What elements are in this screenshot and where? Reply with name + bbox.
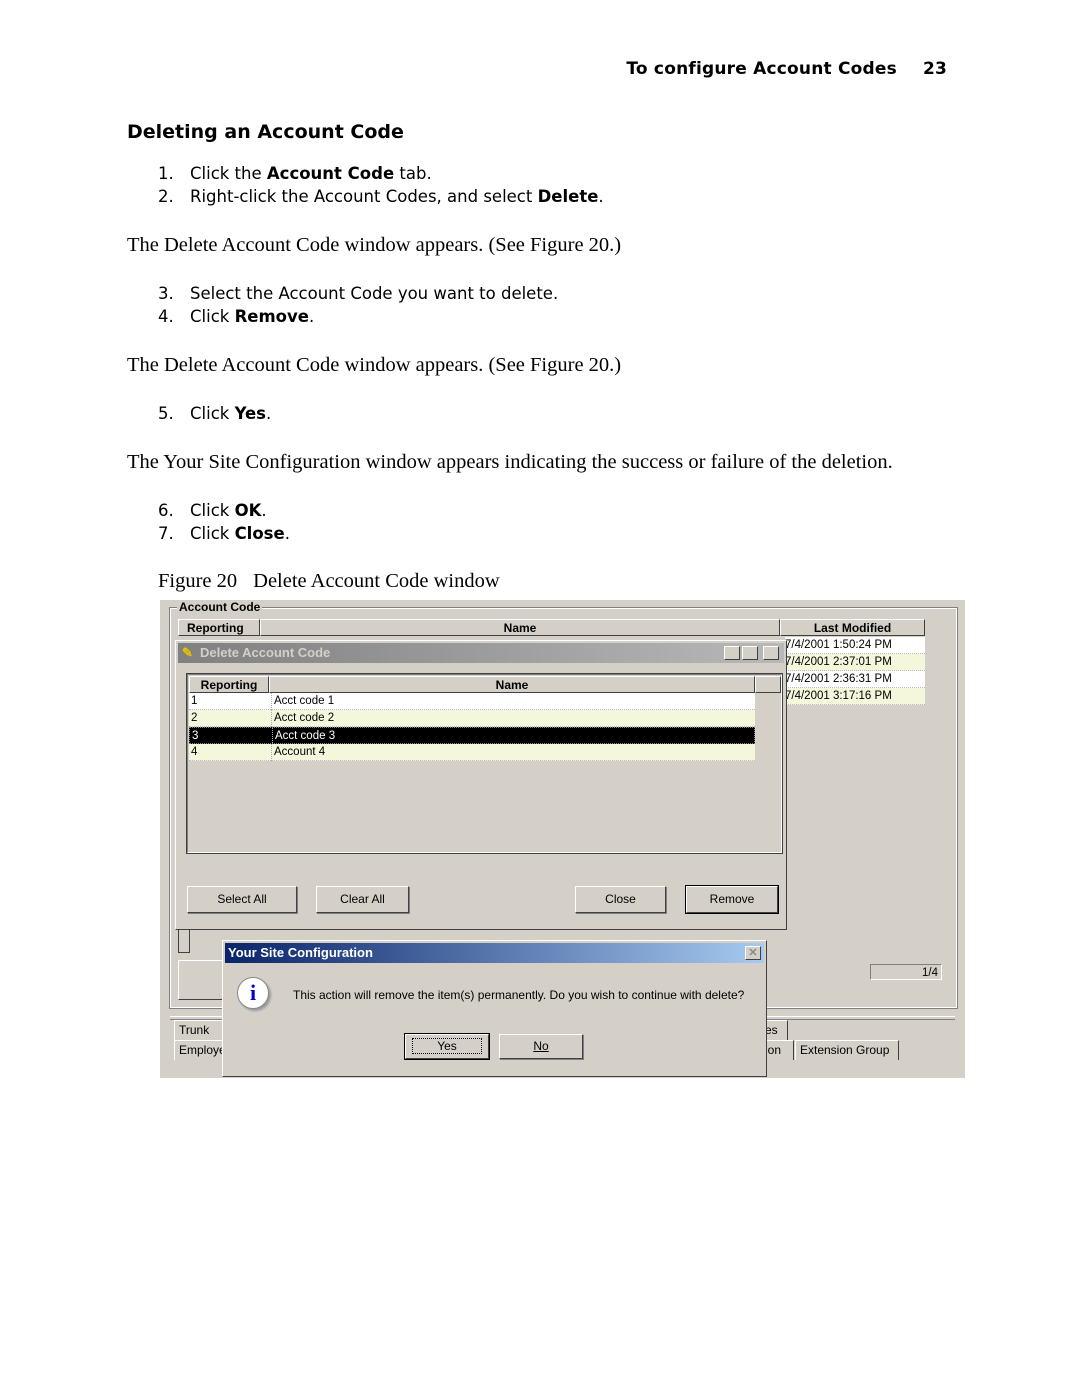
list-row[interactable]: 2 Acct code 2 [189, 710, 755, 727]
bg-button-partial [178, 960, 228, 1000]
confirm-message: This action will remove the item(s) perm… [293, 988, 745, 1002]
confirm-titlebar: Your Site Configuration ✕ [225, 943, 764, 963]
paragraph-2: The Delete Account Code window appears. … [127, 354, 622, 376]
dialog-titlebar: ✎ Delete Account Code _ □ ✕ [178, 643, 784, 663]
confirm-title: Your Site Configuration [228, 945, 373, 960]
section-title: Deleting an Account Code [127, 121, 404, 143]
tab-employee[interactable]: Employe [174, 1040, 226, 1060]
dialog-title: Delete Account Code [200, 645, 331, 660]
info-icon: i [237, 977, 269, 1009]
yes-button[interactable]: Yes [404, 1033, 490, 1060]
minimize-button[interactable]: _ [724, 646, 740, 660]
col-filler [755, 676, 781, 693]
paragraph-3: The Your Site Configuration window appea… [127, 451, 893, 473]
paragraph-1: The Delete Account Code window appears. … [127, 234, 622, 256]
step-5: 5. Click Yes. [158, 404, 272, 423]
step-1: 1. Click the Account Code tab. [158, 164, 432, 183]
group-label: Account Code [177, 600, 263, 614]
list-row[interactable]: 4 Account 4 [189, 744, 755, 761]
account-code-list: Reporting Name 1 Acct code 1 2 Acct code 2… [186, 673, 783, 854]
page-number: 23 [922, 59, 947, 79]
no-button[interactable]: No [499, 1034, 583, 1059]
figure-screenshot: Account Code Reporting Name Last Modifie… [160, 600, 965, 1078]
close-window-button[interactable]: ✕ [763, 646, 779, 660]
your-site-configuration-dialog: Your Site Configuration ✕ i This action … [222, 940, 767, 1077]
bg-col-reporting[interactable]: Reporting [178, 619, 260, 636]
figure-caption: Figure 20 Delete Account Code window [158, 570, 500, 592]
step-7: 7. Click Close. [158, 524, 290, 543]
step-4: 4. Click Remove. [158, 307, 315, 326]
step-3: 3. Select the Account Code you want to de… [158, 284, 559, 303]
bg-col-last-modified[interactable]: Last Modified [780, 619, 925, 636]
bg-frame [178, 930, 190, 953]
tab-trunk[interactable]: Trunk [174, 1020, 224, 1040]
remove-button[interactable]: Remove [685, 885, 779, 914]
last-modified-cell: 7/4/2001 1:50:24 PM [785, 637, 925, 654]
last-modified-cell: 7/4/2001 3:17:16 PM [785, 688, 925, 705]
last-modified-cell: 7/4/2001 2:36:31 PM [785, 671, 925, 688]
tab-extension-group[interactable]: Extension Group [795, 1040, 899, 1060]
list-row-selected[interactable]: 3 Acct code 3 [189, 727, 755, 745]
list-row[interactable]: 1 Acct code 1 [189, 693, 755, 710]
page-indicator: 1/4 [870, 964, 942, 980]
last-modified-cell: 7/4/2001 2:37:01 PM [785, 654, 925, 671]
close-button[interactable]: Close [575, 886, 666, 913]
step-6: 6. Click OK. [158, 501, 267, 520]
delete-account-code-dialog: ✎ Delete Account Code _ □ ✕ Reporting Na… [175, 640, 787, 930]
confirm-close-button[interactable]: ✕ [745, 946, 761, 960]
key-icon: ✎ [182, 645, 193, 660]
running-header: To configure Account Codes 23 [626, 59, 947, 79]
col-reporting[interactable]: Reporting [189, 676, 269, 693]
col-name[interactable]: Name [269, 676, 755, 693]
step-2: 2. Right-click the Account Codes, and sel… [158, 187, 604, 206]
header-title: To configure Account Codes [626, 59, 897, 79]
clear-all-button[interactable]: Clear All [316, 886, 409, 913]
bg-col-name[interactable]: Name [260, 619, 780, 636]
select-all-button[interactable]: Select All [187, 886, 297, 913]
maximize-button[interactable]: □ [742, 646, 758, 660]
